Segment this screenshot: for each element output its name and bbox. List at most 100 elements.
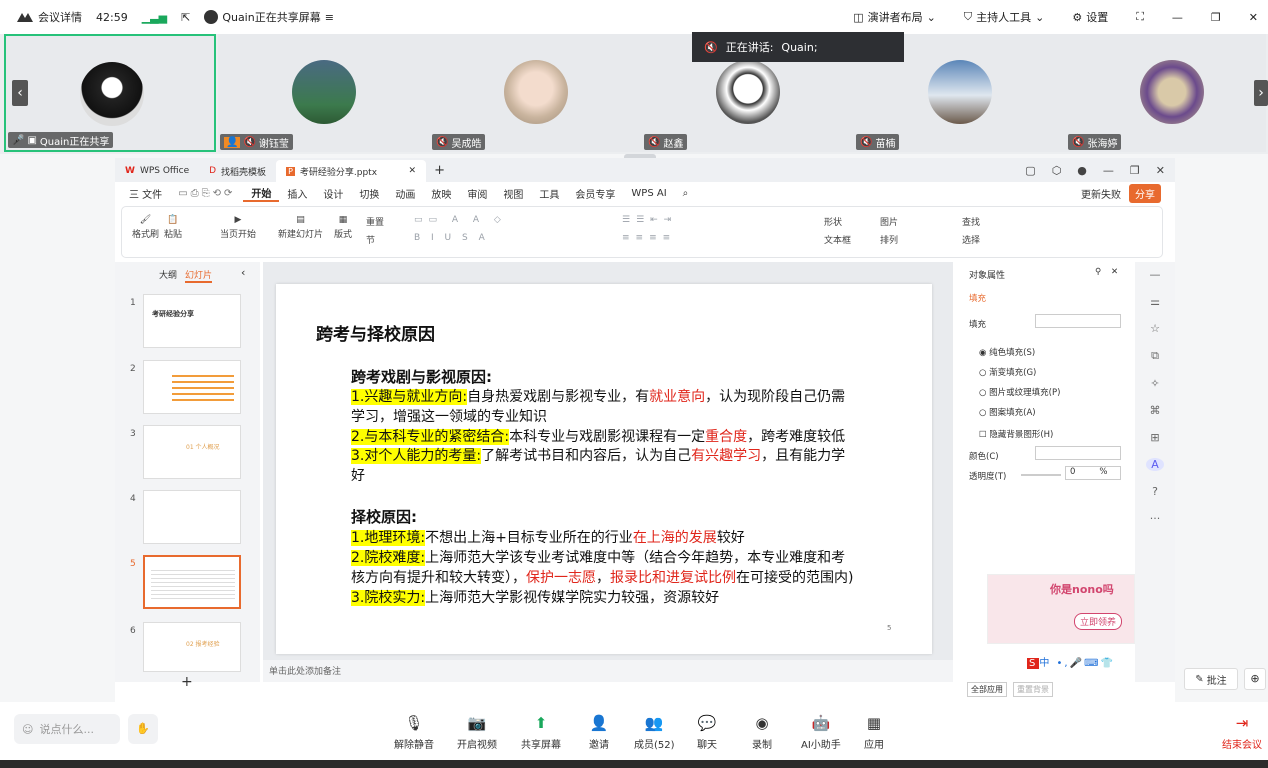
star-icon[interactable]: ☆ bbox=[1150, 322, 1160, 335]
paste-button[interactable]: 📋 粘贴 bbox=[164, 215, 182, 240]
ad-button[interactable]: 立即领养 bbox=[1074, 613, 1123, 630]
menu-tools[interactable]: 工具 bbox=[531, 186, 567, 201]
tab-pptx[interactable]: P 考研经验分享.pptx ✕ bbox=[276, 160, 427, 182]
paragraph-controls[interactable]: ☰☰⇤⇥ bbox=[622, 215, 677, 225]
collapse-icon[interactable]: ‹ bbox=[241, 266, 245, 279]
font-controls[interactable]: ▭▭ A A ◇ bbox=[414, 215, 507, 225]
picture-button[interactable]: 图片 bbox=[880, 215, 898, 228]
shape-icon[interactable]: ⌘ bbox=[1150, 404, 1161, 417]
window-layout-icon[interactable]: ▢ bbox=[1025, 164, 1035, 177]
close-icon[interactable]: ✕ bbox=[1156, 164, 1165, 177]
close-icon[interactable]: ✕ bbox=[409, 166, 417, 176]
slide-thumb[interactable]: 01 个人概况 bbox=[143, 425, 241, 479]
sharing-status[interactable]: Quain正在共享屏幕 ≡ bbox=[204, 9, 334, 25]
color-select[interactable] bbox=[1035, 446, 1121, 460]
participant-tile[interactable]: 🔇 吴成皓 bbox=[430, 34, 642, 152]
radio-picture[interactable]: ○ 图片或纹理填充(P) bbox=[979, 386, 1060, 398]
chat-input[interactable]: ☺ 说点什么... bbox=[14, 714, 120, 744]
zoom-in-icon[interactable]: ⊕ bbox=[1244, 668, 1266, 690]
tab-wps-office[interactable]: W WPS Office bbox=[115, 160, 199, 182]
copy-icon[interactable]: ⧉ bbox=[1151, 349, 1159, 363]
participant-tile[interactable]: 👤 🔇 谢钰莹 bbox=[218, 34, 430, 152]
more-icon[interactable]: ··· bbox=[1150, 512, 1161, 525]
transparency-slider[interactable] bbox=[1021, 474, 1061, 476]
from-current-button[interactable]: ▶ 当页开始 bbox=[220, 215, 256, 240]
layout-button[interactable]: ▦ 版式 bbox=[334, 215, 352, 240]
radio-gradient[interactable]: ○ 渐变填充(G) bbox=[979, 366, 1036, 378]
strip-next-button[interactable]: › bbox=[1254, 80, 1268, 106]
record-button[interactable]: ◉ 录制 bbox=[752, 714, 772, 751]
tab-template[interactable]: D 找稻壳模板 bbox=[199, 160, 276, 182]
select-button[interactable]: 选择 bbox=[962, 233, 980, 246]
fill-section-label[interactable]: 填充 bbox=[969, 318, 986, 330]
strip-prev-button[interactable]: ‹ bbox=[12, 80, 28, 106]
annotate-button[interactable]: ✎ 批注 bbox=[1184, 668, 1238, 690]
tab-slides[interactable]: 幻灯片 bbox=[185, 268, 213, 283]
fullscreen-icon[interactable]: ⛶ bbox=[1136, 10, 1144, 24]
menu-review[interactable]: 审阅 bbox=[459, 186, 495, 201]
menu-wps-ai[interactable]: WPS AI bbox=[623, 188, 674, 199]
ad-banner[interactable]: 你是nono吗 立即领养 bbox=[987, 574, 1135, 644]
raise-hand-icon[interactable]: ✋ bbox=[128, 714, 158, 744]
textbox-button[interactable]: 文本框 bbox=[824, 233, 851, 246]
menu-file[interactable]: 三 文件 bbox=[121, 186, 170, 201]
reset-button[interactable]: 重置 bbox=[366, 215, 384, 228]
arrange-button[interactable]: 排列 bbox=[880, 233, 898, 246]
sliders-icon[interactable]: ⚌ bbox=[1150, 295, 1160, 308]
slide-thumb[interactable]: 02 报考经验 bbox=[143, 622, 241, 672]
align-controls[interactable]: ≡≡≡≡ bbox=[622, 233, 676, 243]
help-icon[interactable]: ? bbox=[1152, 485, 1158, 498]
find-button[interactable]: 查找 bbox=[962, 215, 980, 228]
new-slide-button[interactable]: ▤ 新建幻灯片 bbox=[278, 215, 323, 240]
radio-pattern[interactable]: ○ 图案填充(A) bbox=[979, 406, 1036, 418]
format-painter-button[interactable]: 🖌 格式刷 bbox=[132, 215, 159, 240]
participant-tile[interactable]: 🔇 张海婷 bbox=[1066, 34, 1266, 152]
slide-thumb[interactable]: 考研经验分享 bbox=[143, 294, 241, 348]
minimize-icon[interactable]: — bbox=[1172, 11, 1183, 24]
ai-assistant-button[interactable]: 🤖 AI小助手 bbox=[801, 714, 841, 751]
shape-button[interactable]: 形状 bbox=[824, 215, 842, 228]
invite-button[interactable]: 👤 邀请 bbox=[589, 714, 609, 751]
menu-animation[interactable]: 动画 bbox=[387, 186, 423, 201]
user-avatar-icon[interactable]: ● bbox=[1077, 164, 1087, 177]
members-button[interactable]: 👥 成员(52) bbox=[634, 714, 675, 751]
quick-access-icons[interactable]: ▭⎙⎘⟲⟳ bbox=[170, 188, 243, 199]
menu-slideshow[interactable]: 放映 bbox=[423, 186, 459, 201]
menu-transition[interactable]: 切换 bbox=[351, 186, 387, 201]
text-style-controls[interactable]: B I U S A bbox=[414, 233, 489, 243]
close-icon[interactable]: ✕ bbox=[1249, 11, 1258, 24]
magic-icon[interactable]: ✧ bbox=[1150, 377, 1159, 390]
settings-button[interactable]: ⚙ 设置 bbox=[1072, 9, 1108, 25]
menu-insert[interactable]: 插入 bbox=[279, 186, 315, 201]
minus-icon[interactable]: — bbox=[1150, 268, 1161, 281]
fill-select[interactable] bbox=[1035, 314, 1121, 328]
update-fail-label[interactable]: 更新失败 bbox=[1081, 186, 1121, 201]
unmute-button[interactable]: 🎙 解除静音 bbox=[394, 714, 434, 751]
reset-bg-button[interactable]: 重置背景 bbox=[1013, 682, 1053, 697]
host-tools-button[interactable]: ⛉ 主持人工具 ⌄ bbox=[964, 9, 1044, 25]
slide-thumb-active[interactable] bbox=[143, 555, 241, 609]
participant-tile[interactable]: 🎤 ▣ Quain正在共享 bbox=[4, 34, 216, 152]
ai-icon[interactable]: A bbox=[1146, 458, 1164, 471]
section-button[interactable]: 节 bbox=[366, 233, 375, 246]
presenter-layout-button[interactable]: ◫ 演讲者布局 ⌄ bbox=[853, 9, 936, 25]
slide-canvas[interactable]: 跨考与择校原因 跨考戏剧与影视原因: 1.兴趣与就业方向:自身热爱戏剧与影视专业… bbox=[276, 284, 932, 654]
cube-icon[interactable]: ⬡ bbox=[1052, 164, 1062, 177]
tab-outline[interactable]: 大纲 bbox=[159, 268, 177, 281]
fill-tab[interactable]: 填充 bbox=[969, 292, 986, 304]
chat-button[interactable]: 💬 聊天 bbox=[697, 714, 717, 751]
ime-toolbar[interactable]: S中 •,🎤⌨👕 bbox=[1027, 654, 1135, 669]
checkbox-hide-bg[interactable]: ☐ 隐藏背景图形(H) bbox=[979, 428, 1053, 440]
external-link-icon[interactable]: ⇱ bbox=[181, 11, 190, 24]
menu-view[interactable]: 视图 bbox=[495, 186, 531, 201]
apps-button[interactable]: ▦ 应用 bbox=[864, 714, 884, 751]
menu-design[interactable]: 设计 bbox=[315, 186, 351, 201]
close-icon[interactable]: ✕ bbox=[1111, 267, 1118, 277]
slide-thumb[interactable] bbox=[143, 490, 241, 544]
search-icon[interactable]: ⌕ bbox=[675, 188, 697, 199]
new-tab-icon[interactable]: + bbox=[434, 163, 445, 178]
menu-member[interactable]: 会员专享 bbox=[567, 186, 623, 201]
add-slide-icon[interactable]: + bbox=[181, 674, 193, 690]
slide-thumb[interactable] bbox=[143, 360, 241, 414]
minimize-icon[interactable]: — bbox=[1103, 164, 1114, 177]
